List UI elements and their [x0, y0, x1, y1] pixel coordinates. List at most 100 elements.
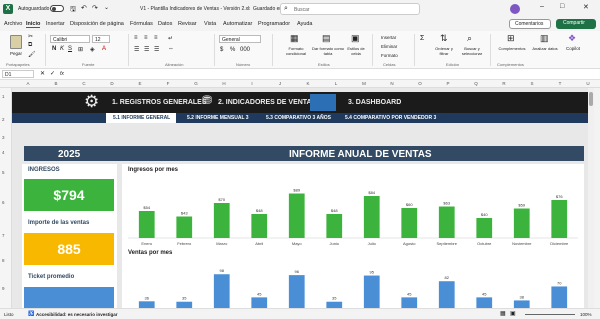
borders-icon[interactable]: ⊞: [78, 46, 83, 53]
wrap-text-icon[interactable]: ↵: [168, 35, 173, 42]
quick-access-more-icon[interactable]: ⌄: [104, 4, 109, 11]
align-left-icon[interactable]: ☰: [134, 46, 139, 53]
tab-comparativo-vendedor[interactable]: 5.4 COMPARATIVO POR VENDEDOR 3: [345, 115, 436, 121]
column-header[interactable]: G: [182, 81, 210, 86]
menu-revisar[interactable]: Revisar: [178, 21, 197, 27]
align-center-icon[interactable]: ☰: [144, 46, 149, 53]
format-as-table-button[interactable]: ▤ Dar formato como tabla: [312, 33, 344, 59]
row-header[interactable]: 2: [2, 117, 5, 122]
menu-vista[interactable]: Vista: [204, 21, 216, 27]
sheet-grid[interactable]: ⚙ 1. REGISTROS GENERALES ⛃ 2. INDICADORE…: [12, 88, 594, 308]
nav-indicadores[interactable]: 2. INDICADORES DE VENTAS: [218, 99, 316, 106]
insert-cells-button[interactable]: Insertar: [381, 35, 396, 40]
conditional-format-button[interactable]: ▦ Formato condicional: [280, 33, 310, 59]
row-header[interactable]: 7: [2, 233, 5, 238]
addins-button[interactable]: ⊞ Complementos: [494, 33, 530, 59]
column-header[interactable]: L: [322, 81, 350, 86]
column-header[interactable]: U: [574, 81, 600, 86]
column-header[interactable]: A: [14, 81, 42, 86]
menu-disposicion[interactable]: Disposición de página: [70, 21, 124, 27]
confirm-formula-icon[interactable]: ✓: [50, 70, 55, 77]
menu-inicio[interactable]: Inicio: [26, 21, 41, 28]
column-header[interactable]: S: [518, 81, 546, 86]
delete-cells-button[interactable]: Eliminar: [381, 44, 397, 49]
comments-button[interactable]: Comentarios: [509, 19, 551, 29]
tab-comparativo-anos[interactable]: 5.3 COMPARATIVO 3 AÑOS: [266, 115, 331, 121]
column-header[interactable]: H: [210, 81, 238, 86]
column-header[interactable]: D: [98, 81, 126, 86]
percent-icon[interactable]: %: [230, 47, 235, 53]
menu-archivo[interactable]: Archivo: [4, 21, 22, 27]
underline-icon[interactable]: S: [68, 46, 72, 52]
accessibility-status[interactable]: Accesibilidad: es necesario investigar: [36, 312, 118, 317]
name-box[interactable]: D1: [2, 70, 34, 78]
column-header[interactable]: N: [378, 81, 406, 86]
cell-styles-button[interactable]: ▣ Estilos de celda: [343, 33, 369, 59]
column-header[interactable]: Q: [462, 81, 490, 86]
maximize-icon[interactable]: □: [560, 3, 564, 10]
page-layout-icon[interactable]: ▣: [510, 310, 516, 317]
align-middle-icon[interactable]: ≡: [144, 35, 148, 41]
autosave-toggle[interactable]: [50, 5, 64, 12]
nav-dashboard[interactable]: 3. DASHBOARD: [348, 99, 401, 106]
font-color-icon[interactable]: A: [102, 46, 106, 52]
find-select-button[interactable]: ⌕ Buscar y seleccionar: [458, 33, 486, 59]
row-header[interactable]: 9: [2, 286, 5, 291]
column-header[interactable]: T: [546, 81, 574, 86]
column-header[interactable]: K: [294, 81, 322, 86]
column-header[interactable]: P: [434, 81, 462, 86]
format-painter-icon[interactable]: 🖌: [28, 51, 36, 58]
redo-icon[interactable]: ↷: [92, 4, 98, 12]
tab-informe-general[interactable]: 5.1 INFORME GENERAL: [106, 113, 176, 123]
menu-insertar[interactable]: Insertar: [46, 21, 65, 27]
save-icon[interactable]: 🖫: [70, 5, 76, 16]
column-header[interactable]: M: [350, 81, 378, 86]
merge-icon[interactable]: ⇔: [168, 46, 174, 52]
align-right-icon[interactable]: ☰: [154, 46, 159, 53]
row-header[interactable]: 6: [2, 200, 5, 205]
number-format-select[interactable]: General: [219, 35, 261, 43]
column-header[interactable]: R: [490, 81, 518, 86]
nav-registros[interactable]: 1. REGISTROS GENERALES: [112, 99, 207, 106]
row-header[interactable]: 5: [2, 170, 5, 175]
format-cells-button[interactable]: Formato: [381, 53, 398, 58]
formula-input[interactable]: [72, 70, 592, 78]
column-header[interactable]: F: [154, 81, 182, 86]
cut-icon[interactable]: ✂: [28, 33, 33, 40]
menu-automatizar[interactable]: Automatizar: [223, 21, 252, 27]
fx-icon[interactable]: fx: [60, 71, 64, 77]
bold-icon[interactable]: N: [52, 46, 56, 52]
autosum-icon[interactable]: Σ: [420, 35, 424, 42]
align-bottom-icon[interactable]: ≡: [154, 35, 158, 41]
minimize-icon[interactable]: –: [540, 3, 544, 10]
search-input[interactable]: ⌕ Buscar: [280, 3, 420, 15]
column-header[interactable]: O: [406, 81, 434, 86]
copy-icon[interactable]: ⧉: [28, 42, 32, 49]
column-header[interactable]: B: [42, 81, 70, 86]
zoom-slider[interactable]: [525, 314, 575, 315]
avatar[interactable]: [510, 4, 520, 14]
italic-icon[interactable]: K: [60, 46, 64, 52]
thousands-icon[interactable]: 000: [240, 47, 250, 53]
vertical-scrollbar[interactable]: [588, 88, 594, 308]
column-header[interactable]: C: [70, 81, 98, 86]
row-header[interactable]: 4: [2, 150, 5, 155]
close-icon[interactable]: ✕: [583, 3, 589, 11]
menu-datos[interactable]: Datos: [158, 21, 172, 27]
menu-ayuda[interactable]: Ayuda: [297, 21, 313, 27]
cancel-formula-icon[interactable]: ✕: [40, 70, 45, 77]
font-name-select[interactable]: Calibri: [50, 35, 90, 43]
zoom-level[interactable]: 100%: [580, 312, 592, 317]
undo-icon[interactable]: ↶: [81, 4, 87, 12]
row-header[interactable]: 3: [2, 135, 5, 140]
align-top-icon[interactable]: ≡: [134, 35, 138, 41]
row-header[interactable]: 1: [2, 94, 5, 99]
paste-icon[interactable]: [10, 35, 22, 49]
copilot-button[interactable]: ❖ Copilot: [560, 33, 586, 59]
column-header[interactable]: I: [238, 81, 266, 86]
normal-view-icon[interactable]: ▦: [500, 310, 506, 317]
currency-icon[interactable]: $: [220, 47, 223, 53]
row-header[interactable]: 8: [2, 258, 5, 263]
sort-filter-button[interactable]: ⇅ Ordenar y filtrar: [432, 33, 456, 59]
menu-programador[interactable]: Programador: [258, 21, 290, 27]
